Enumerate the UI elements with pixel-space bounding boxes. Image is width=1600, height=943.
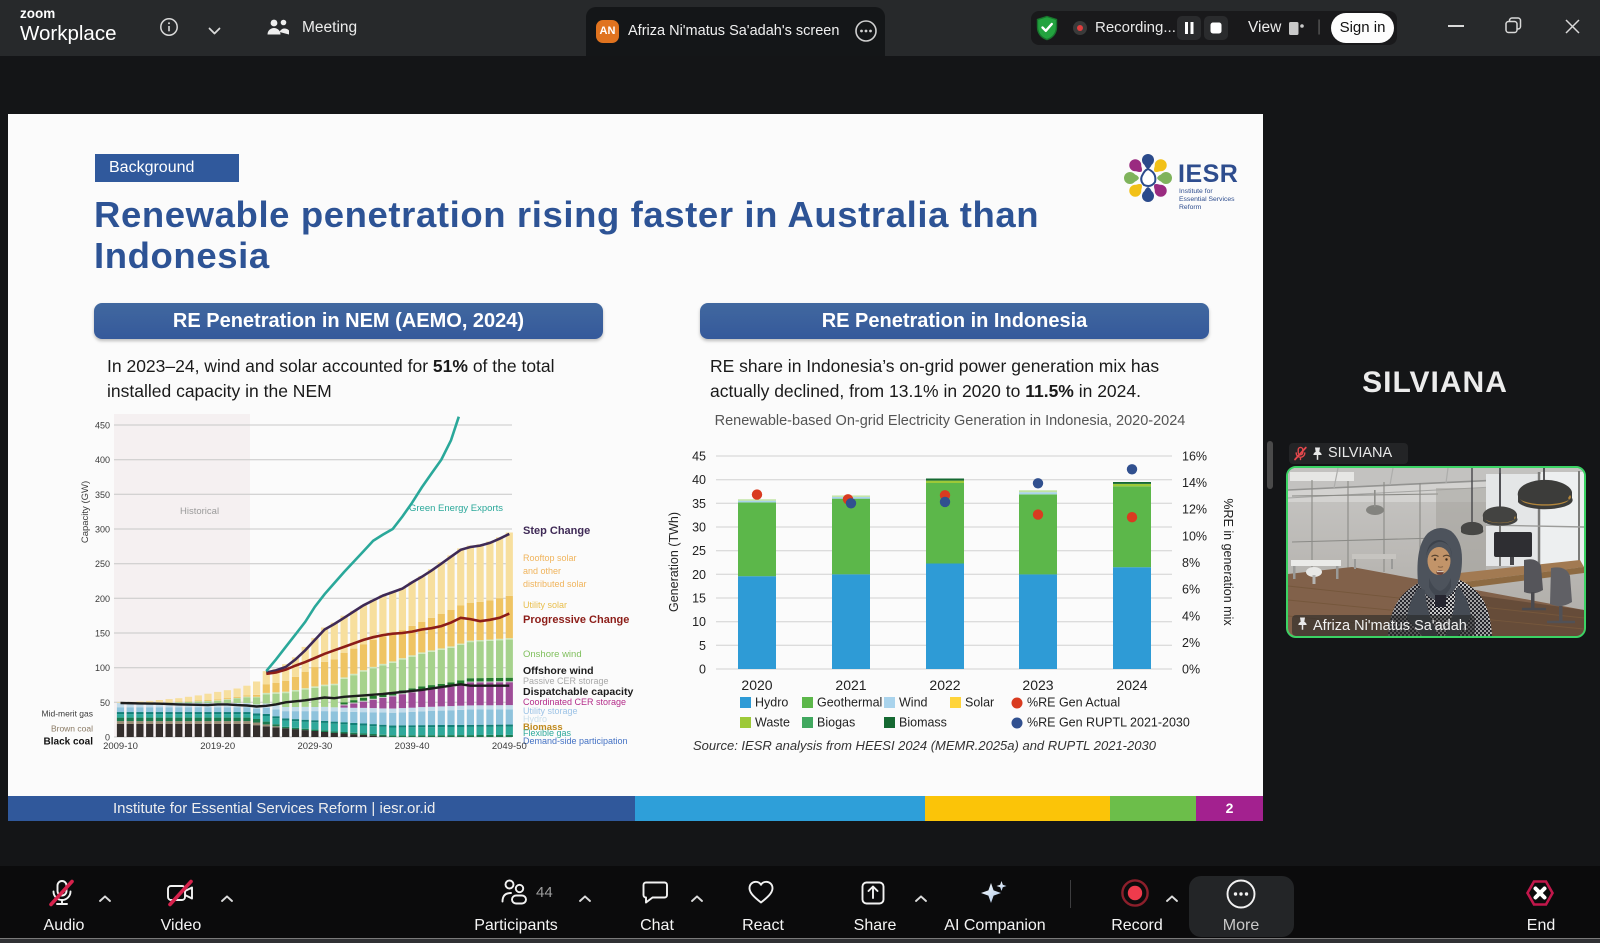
svg-text:12%: 12% <box>1182 503 1207 517</box>
svg-text:40: 40 <box>692 473 706 487</box>
svg-text:20: 20 <box>692 568 706 582</box>
svg-text:Biogas: Biogas <box>817 716 855 730</box>
svg-text:4%: 4% <box>1182 609 1200 623</box>
svg-text:2%: 2% <box>1182 636 1200 650</box>
svg-text:Geothermal: Geothermal <box>817 696 882 710</box>
svg-text:Generation (TWh): Generation (TWh) <box>667 512 681 612</box>
svg-text:0: 0 <box>699 663 706 677</box>
svg-text:35: 35 <box>692 497 706 511</box>
svg-text:14%: 14% <box>1182 476 1207 490</box>
svg-text:45: 45 <box>692 450 706 464</box>
svg-text:5: 5 <box>699 639 706 653</box>
svg-text:Source: IESR analysis from HEE: Source: IESR analysis from HEESI 2024 (M… <box>693 738 1157 753</box>
svg-text:2021: 2021 <box>835 677 866 693</box>
svg-text:2020: 2020 <box>741 677 772 693</box>
svg-text:Renewable-based On-grid Electr: Renewable-based On-grid Electricity Gene… <box>715 413 1186 429</box>
svg-text:30: 30 <box>692 521 706 535</box>
svg-text:8%: 8% <box>1182 556 1200 570</box>
svg-text:10%: 10% <box>1182 529 1207 543</box>
svg-text:0%: 0% <box>1182 663 1200 677</box>
svg-text:15: 15 <box>692 592 706 606</box>
svg-text:2024: 2024 <box>1116 677 1147 693</box>
svg-text:%RE in generation mix: %RE in generation mix <box>1221 498 1235 626</box>
svg-text:Wind: Wind <box>899 696 928 710</box>
svg-text:16%: 16% <box>1182 450 1207 464</box>
svg-text:2022: 2022 <box>929 677 960 693</box>
svg-text:Biomass: Biomass <box>899 716 947 730</box>
svg-text:Solar: Solar <box>965 696 994 710</box>
svg-text:6%: 6% <box>1182 583 1200 597</box>
svg-text:10: 10 <box>692 615 706 629</box>
svg-text:%RE Gen Actual: %RE Gen Actual <box>1027 696 1120 710</box>
svg-text:Hydro: Hydro <box>755 696 788 710</box>
svg-text:2023: 2023 <box>1022 677 1053 693</box>
svg-text:25: 25 <box>692 544 706 558</box>
svg-text:Waste: Waste <box>755 716 790 730</box>
svg-text:%RE Gen RUPTL 2021-2030: %RE Gen RUPTL 2021-2030 <box>1027 716 1190 730</box>
